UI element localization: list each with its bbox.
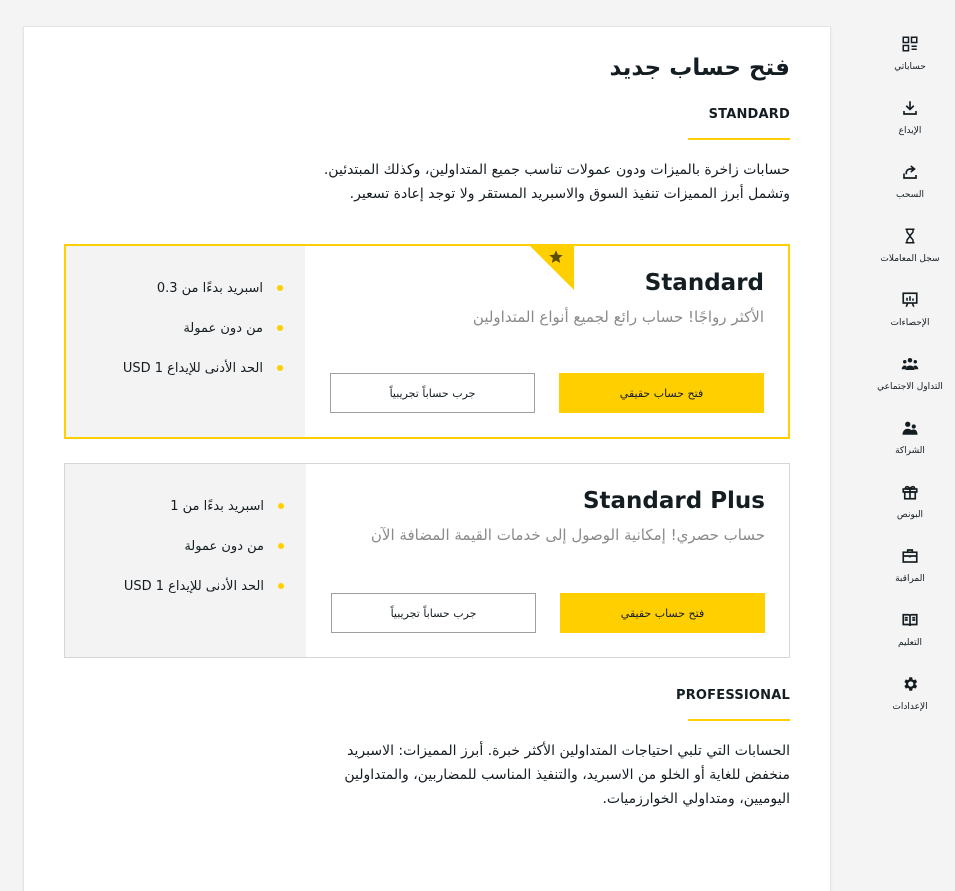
feature-text: من دون عمولة	[183, 320, 263, 336]
section-heading-standard: STANDARD	[708, 107, 790, 122]
bullet-dot	[277, 325, 283, 331]
feature-item: اسبريد بدءًا من 0.3	[66, 268, 283, 308]
try-demo-account-button[interactable]: جرب حساباً تجريبياً	[331, 593, 536, 633]
hourglass-icon	[900, 226, 920, 246]
feature-item: اسبريد بدءًا من 1	[65, 486, 284, 526]
sidebar-item-social-trading[interactable]: التداول الاجتماعي	[865, 344, 955, 408]
sidebar-item-label: الإيداع	[898, 126, 922, 136]
try-demo-account-button[interactable]: جرب حساباً تجريبياً	[330, 373, 535, 413]
sidebar-item-label: المراقبة	[895, 574, 925, 584]
sidebar-item-statistics[interactable]: الإحصاءات	[865, 280, 955, 344]
star-icon	[546, 247, 566, 267]
sidebar-item-my-accounts[interactable]: حساباتي	[865, 24, 955, 88]
section-description-professional: الحسابات التي تلبي احتياجات المتداولين ا…	[344, 743, 790, 807]
social-trading-icon	[900, 354, 920, 374]
deposit-icon	[900, 98, 920, 118]
feature-text: من دون عمولة	[184, 538, 264, 554]
sidebar-item-transaction-history[interactable]: سجل المعاملات	[865, 216, 955, 280]
sidebar-item-label: البونص	[896, 510, 924, 520]
feature-text: الحد الأدنى للإيداع 1 USD	[123, 578, 264, 594]
open-real-account-button[interactable]: فتح حساب حقيقي	[559, 373, 764, 413]
feature-item: من دون عمولة	[66, 308, 283, 348]
sidebar-item-deposit[interactable]: الإيداع	[865, 88, 955, 152]
feature-text: اسبريد بدءًا من 0.3	[156, 280, 263, 296]
bullet-dot	[278, 543, 284, 549]
card-tagline: الأكثر رواجًا! حساب رائع لجميع أنواع الم…	[472, 308, 764, 326]
bullet-dot	[277, 285, 283, 291]
feature-text: الحد الأدنى للإيداع 1 USD	[122, 360, 263, 376]
bullet-dot	[278, 583, 284, 589]
sidebar-item-label: التعليم	[898, 638, 922, 648]
sidebar-item-label: حساباتي	[894, 62, 926, 72]
page: فتح حساب جديد STANDARD حسابات زاخرة بالم…	[0, 0, 955, 891]
sidebar: حساباتي الإيداع السحب سجل المعاملات الإح…	[865, 24, 955, 728]
card-buttons: فتح حساب حقيقي جرب حساباً تجريبياً	[330, 373, 764, 413]
sidebar-item-partnership[interactable]: الشراكة	[865, 408, 955, 472]
statistics-icon	[900, 290, 920, 310]
card-buttons: فتح حساب حقيقي جرب حساباً تجريبياً	[331, 593, 765, 633]
sidebar-item-label: الإعدادات	[892, 702, 928, 712]
feature-item: من دون عمولة	[65, 526, 284, 566]
sidebar-item-settings[interactable]: الإعدادات	[865, 664, 955, 728]
bullet-dot	[277, 365, 283, 371]
page-title: فتح حساب جديد	[609, 55, 790, 81]
sidebar-item-label: الإحصاءات	[890, 318, 930, 328]
sidebar-item-label: سجل المعاملات	[880, 254, 940, 264]
sidebar-item-withdraw[interactable]: السحب	[865, 152, 955, 216]
sidebar-item-label: الشراكة	[895, 446, 925, 456]
section-description-standard: حسابات زاخرة بالميزات ودون عمولات تناسب …	[323, 162, 790, 202]
withdraw-icon	[900, 162, 920, 182]
section-underline	[688, 138, 790, 140]
accounts-icon	[900, 34, 920, 54]
section-heading-professional: PROFESSIONAL	[675, 688, 790, 703]
sidebar-item-label: السحب	[896, 190, 924, 200]
sidebar-item-bonus[interactable]: البونص	[865, 472, 955, 536]
open-real-account-button[interactable]: فتح حساب حقيقي	[560, 593, 765, 633]
sidebar-item-monitoring[interactable]: المراقبة	[865, 536, 955, 600]
briefcase-icon	[900, 546, 920, 566]
book-icon	[900, 610, 920, 630]
sidebar-item-education[interactable]: التعليم	[865, 600, 955, 664]
card-name: Standard Plus	[582, 488, 765, 514]
partnership-icon	[900, 418, 920, 438]
account-card-standard: اسبريد بدءًا من 0.3 من دون عمولة الحد ال…	[64, 244, 790, 439]
card-features: اسبريد بدءًا من 1 من دون عمولة الحد الأد…	[65, 464, 306, 657]
feature-item: الحد الأدنى للإيداع 1 USD	[65, 566, 284, 606]
gear-icon	[900, 674, 920, 694]
card-tagline: حساب حصري! إمكانية الوصول إلى خدمات القي…	[370, 526, 765, 544]
card-features: اسبريد بدءًا من 0.3 من دون عمولة الحد ال…	[66, 246, 305, 437]
feature-text: اسبريد بدءًا من 1	[170, 498, 264, 514]
section-underline	[688, 719, 790, 721]
gift-icon	[900, 482, 920, 502]
bullet-dot	[278, 503, 284, 509]
main-panel: فتح حساب جديد STANDARD حسابات زاخرة بالم…	[23, 26, 831, 891]
card-main: Standard Plus حساب حصري! إمكانية الوصول …	[306, 464, 789, 657]
feature-item: الحد الأدنى للإيداع 1 USD	[66, 348, 283, 388]
account-card-standard-plus: اسبريد بدءًا من 1 من دون عمولة الحد الأد…	[64, 463, 790, 658]
sidebar-item-label: التداول الاجتماعي	[877, 382, 943, 392]
